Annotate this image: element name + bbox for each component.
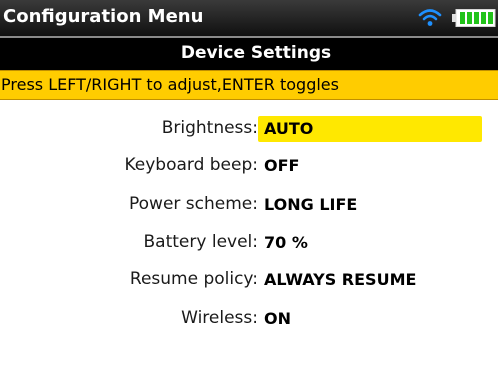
setting-label-wireless: Wireless: [181,308,258,328]
setting-row-wireless[interactable]: Wireless: ON [0,303,498,333]
setting-row-power-scheme[interactable]: Power scheme: LONG LIFE [0,189,498,219]
setting-row-resume-policy[interactable]: Resume policy: ALWAYS RESUME [0,264,498,294]
setting-value-wireless[interactable]: ON [258,306,291,332]
title-bar: Configuration Menu [0,0,498,36]
device-screen: Configuration Menu Device Settings Press… [0,0,498,379]
setting-value-power-scheme[interactable]: LONG LIFE [258,192,357,218]
setting-label-brightness: Brightness: [161,118,258,138]
section-title: Device Settings [180,43,332,63]
setting-row-battery-level[interactable]: Battery level: 70 % [0,227,498,257]
setting-row-keyboard-beep[interactable]: Keyboard beep: OFF [0,150,498,180]
setting-value-resume-policy[interactable]: ALWAYS RESUME [258,267,416,293]
setting-value-brightness[interactable]: AUTO [258,116,482,142]
setting-label-resume-policy: Resume policy: [129,269,258,289]
setting-label-keyboard-beep: Keyboard beep: [124,155,258,175]
hint-text: Press LEFT/RIGHT to adjust,ENTER toggles [1,75,339,94]
setting-row-brightness[interactable]: Brightness: AUTO [0,113,498,143]
wifi-icon [418,9,442,26]
setting-value-battery-level[interactable]: 70 % [258,230,308,256]
battery-icon [452,9,496,27]
menu-title: Configuration Menu [3,6,204,27]
setting-label-power-scheme: Power scheme: [129,194,258,214]
setting-label-battery-level: Battery level: [143,232,258,252]
setting-value-keyboard-beep[interactable]: OFF [258,153,299,179]
section-header: Device Settings [0,36,498,70]
hint-bar: Press LEFT/RIGHT to adjust,ENTER toggles [0,70,498,100]
